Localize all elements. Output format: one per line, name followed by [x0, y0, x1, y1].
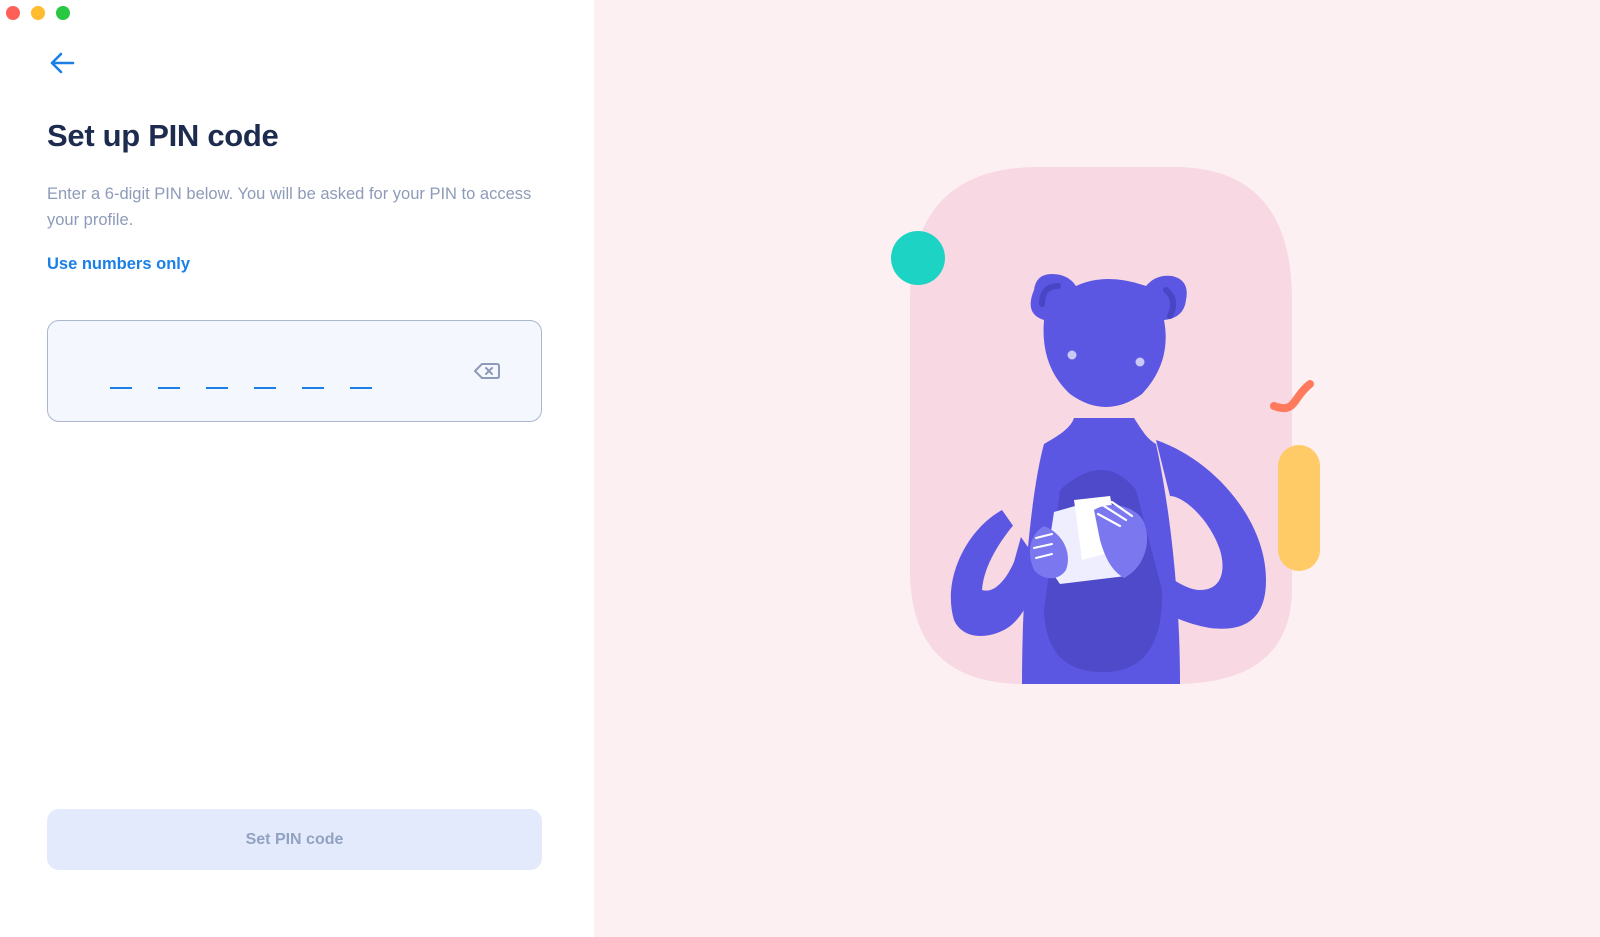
window-close-button[interactable] [6, 6, 20, 20]
page-title: Set up PIN code [47, 118, 279, 153]
pin-digit-slot [350, 387, 372, 389]
pin-digit-slots [110, 387, 372, 389]
character-illustration [891, 167, 1320, 684]
clear-pin-button[interactable] [473, 361, 501, 381]
window-minimize-button[interactable] [31, 6, 45, 20]
pin-digit-slot [110, 387, 132, 389]
arrow-left-icon [50, 52, 75, 74]
window-maximize-button[interactable] [56, 6, 70, 20]
form-panel: Set up PIN code Enter a 6-digit PIN belo… [0, 0, 594, 937]
pin-digit-slot [254, 387, 276, 389]
pin-hint: Use numbers only [47, 255, 191, 273]
illustration-panel [594, 0, 1600, 937]
backspace-icon [474, 363, 500, 379]
pin-digit-slot [302, 387, 324, 389]
set-pin-button[interactable]: Set PIN code [47, 809, 542, 870]
back-button[interactable] [46, 47, 78, 79]
page-description: Enter a 6-digit PIN below. You will be a… [47, 185, 532, 229]
pin-digit-slot [206, 387, 228, 389]
window-controls [6, 6, 70, 20]
pin-digit-slot [158, 387, 180, 389]
pin-input[interactable] [47, 320, 542, 422]
